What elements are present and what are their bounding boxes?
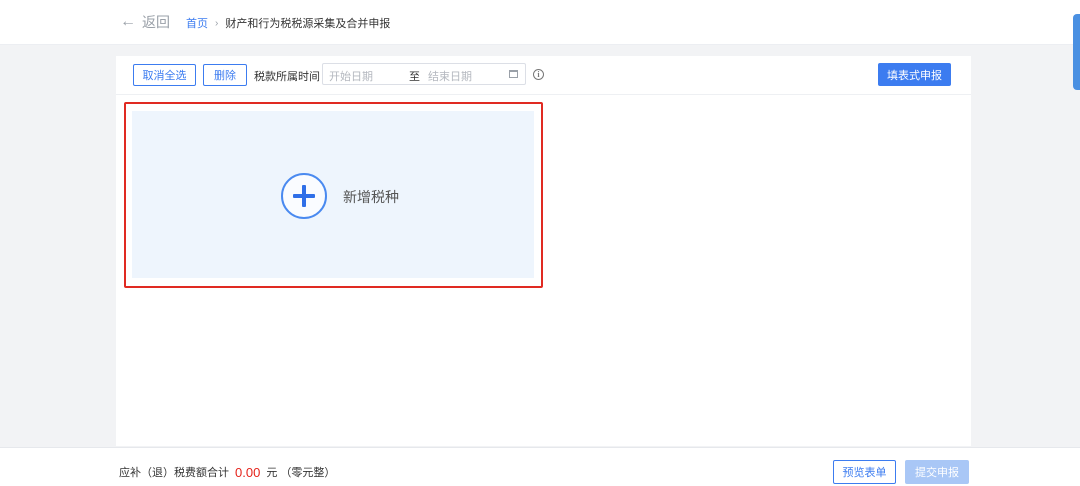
total-amount: 0.00 [235,464,261,480]
tax-period-label: 税款所属时间 [254,71,320,83]
footer-bar: 应补（退）税费额合计 0.00 元 （零元整） 预览表单 提交申报 [0,447,1080,486]
info-icon[interactable]: i [533,69,544,80]
start-date-input[interactable]: 开始日期 [329,68,373,84]
cancel-select-all-button[interactable]: 取消全选 [133,64,196,86]
total-suffix: 元 （零元整） [266,467,336,479]
fill-form-declare-button[interactable]: 填表式申报 [878,63,951,86]
top-bar: ← 返回 首页 › 财产和行为税税源采集及合并申报 [0,0,1080,90]
breadcrumb-current: 财产和行为税税源采集及合并申报 [225,18,391,30]
date-range-separator: 至 [409,71,420,83]
preview-form-button[interactable]: 预览表单 [833,460,896,484]
submit-declaration-button[interactable]: 提交申报 [905,460,969,484]
calendar-icon[interactable] [509,70,518,78]
chevron-right-icon: › [215,17,219,29]
breadcrumb-home-link[interactable]: 首页 [186,15,208,31]
toolbar: 取消全选 删除 税款所属时间 开始日期 至 结束日期 i 填表式申报 [116,56,971,95]
arrow-left-icon: ← [120,13,136,30]
highlight-box [124,102,543,288]
date-range-picker[interactable]: 开始日期 至 结束日期 [322,63,526,85]
side-drawer-tab[interactable] [1073,14,1080,90]
end-date-input[interactable]: 结束日期 [428,68,472,84]
total-summary: 应补（退）税费额合计 0.00 元 （零元整） [119,464,335,480]
total-prefix: 应补（退）税费额合计 [119,467,229,479]
back-label: 返回 [142,14,170,30]
back-button[interactable]: ← 返回 [120,13,170,31]
breadcrumb: 首页 › 财产和行为税税源采集及合并申报 [186,15,390,31]
delete-button[interactable]: 删除 [203,64,247,86]
